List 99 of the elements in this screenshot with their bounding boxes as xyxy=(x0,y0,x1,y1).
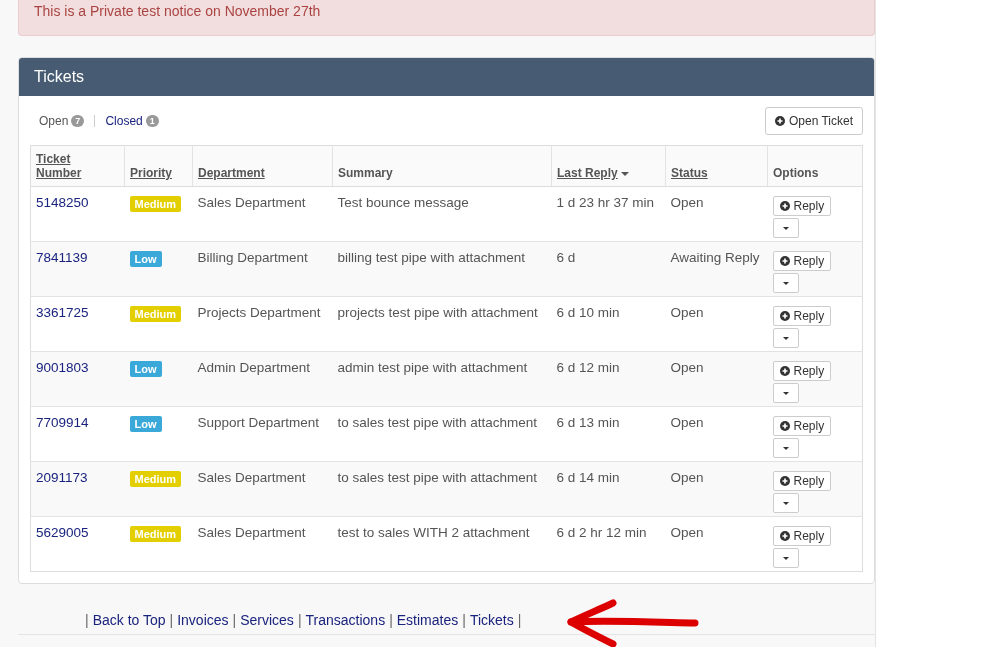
column-header: Options xyxy=(767,145,863,187)
summary-cell: test to sales WITH 2 attachment xyxy=(337,525,530,540)
plus-circle-icon xyxy=(779,311,790,321)
dropdown-button[interactable] xyxy=(772,218,799,238)
department-cell: Sales Department xyxy=(197,470,306,485)
priority-badge: Low xyxy=(129,251,162,267)
separator-text: | xyxy=(232,611,237,628)
department-cell: Sales Department xyxy=(197,195,306,210)
plus-circle-icon xyxy=(779,256,790,266)
plus-circle-icon xyxy=(779,476,790,486)
reply-button[interactable]: Reply xyxy=(772,361,832,381)
separator-text: | xyxy=(517,611,522,628)
reply-button[interactable]: Reply xyxy=(772,306,832,326)
status-cell: Open xyxy=(670,360,704,375)
plus-circle-icon xyxy=(779,366,790,376)
column-header[interactable]: Department xyxy=(192,145,333,187)
last-reply-cell: 6 d 14 min xyxy=(556,470,620,485)
summary-cell: to sales test pipe with attachment xyxy=(337,470,538,485)
ticket-number-link[interactable]: 7841139 xyxy=(36,250,88,265)
filter-tab[interactable]: Closed 1 xyxy=(105,114,159,128)
caret-icon xyxy=(782,446,789,450)
priority-badge: Medium xyxy=(129,196,182,212)
footer-link[interactable]: Tickets xyxy=(469,611,514,628)
count-badge: 7 xyxy=(71,115,85,127)
sort-caret-icon xyxy=(620,171,629,176)
department-cell: Billing Department xyxy=(197,250,308,265)
last-reply-cell: 6 d 12 min xyxy=(556,360,620,375)
priority-badge: Medium xyxy=(129,526,182,542)
summary-cell: to sales test pipe with attachment xyxy=(337,415,538,430)
status-cell: Open xyxy=(670,470,704,485)
summary-cell: billing test pipe with attachment xyxy=(337,250,526,265)
last-reply-cell: 6 d 13 min xyxy=(556,415,620,430)
caret-icon xyxy=(782,226,789,230)
reply-button[interactable]: Reply xyxy=(772,526,832,546)
caret-icon xyxy=(782,336,789,340)
count-badge: 1 xyxy=(145,115,159,127)
dropdown-button[interactable] xyxy=(772,383,799,403)
ticket-number-link[interactable]: 3361725 xyxy=(36,305,89,320)
separator-text: | xyxy=(297,611,302,628)
column-header[interactable]: Priority xyxy=(124,145,193,187)
reply-button[interactable]: Reply xyxy=(772,471,832,491)
open-ticket-button[interactable]: Open Ticket xyxy=(764,107,863,135)
priority-badge: Low xyxy=(129,361,162,377)
priority-badge: Medium xyxy=(129,306,182,322)
column-header[interactable]: Ticket Number xyxy=(30,145,125,187)
department-cell: Admin Department xyxy=(197,360,311,375)
footer-link[interactable]: Services xyxy=(240,611,294,628)
ticket-number-link[interactable]: 2091173 xyxy=(36,470,88,485)
column-header[interactable]: Last Reply xyxy=(551,145,666,187)
ticket-number-link[interactable]: 5148250 xyxy=(36,195,89,210)
plus-circle-icon xyxy=(779,421,790,431)
separator-text: | xyxy=(389,611,393,628)
filter-tab[interactable]: Open 7 xyxy=(39,114,85,128)
dropdown-button[interactable] xyxy=(772,548,799,568)
last-reply-cell: 6 d 2 hr 12 min xyxy=(556,525,647,540)
summary-cell: Test bounce message xyxy=(337,195,469,210)
plus-circle-icon xyxy=(779,201,790,211)
reply-button[interactable]: Reply xyxy=(772,416,832,436)
ticket-number-link[interactable]: 7709914 xyxy=(36,415,89,430)
status-cell: Open xyxy=(670,415,704,430)
priority-badge: Medium xyxy=(129,471,182,487)
department-cell: Sales Department xyxy=(197,525,306,540)
last-reply-cell: 6 d 10 min xyxy=(556,305,620,320)
plus-circle-icon xyxy=(774,116,785,126)
dropdown-button[interactable] xyxy=(772,328,799,348)
status-cell: Awaiting Reply xyxy=(670,250,760,265)
priority-badge: Low xyxy=(129,416,162,432)
status-cell: Open xyxy=(670,305,704,320)
caret-icon xyxy=(782,391,789,395)
panel-title: Tickets xyxy=(19,58,874,96)
reply-button[interactable]: Reply xyxy=(772,196,832,216)
dropdown-button[interactable] xyxy=(772,493,799,513)
dropdown-button[interactable] xyxy=(772,438,799,458)
summary-cell: admin test pipe with attachment xyxy=(337,360,528,375)
summary-cell: projects test pipe with attachment xyxy=(337,305,538,320)
ticket-number-link[interactable]: 9001803 xyxy=(36,360,89,375)
last-reply-cell: 6 d xyxy=(556,250,576,265)
caret-icon xyxy=(782,281,789,285)
separator-text: | xyxy=(462,611,466,628)
plus-circle-icon xyxy=(779,531,790,541)
caret-icon xyxy=(782,556,789,560)
department-cell: Projects Department xyxy=(197,305,321,320)
footer-link[interactable]: Transactions xyxy=(305,611,386,628)
separator-text: | xyxy=(169,611,174,628)
column-header[interactable]: Status xyxy=(665,145,768,187)
last-reply-cell: 1 d 23 hr 37 min xyxy=(556,195,655,210)
notice-text: This is a Private test notice on November 27th xyxy=(18,0,875,36)
footer-link[interactable]: Invoices xyxy=(177,611,229,628)
department-cell: Support Department xyxy=(197,415,320,430)
caret-icon xyxy=(782,501,789,505)
column-header: Summary xyxy=(332,145,552,187)
footer-link[interactable]: Estimates xyxy=(396,611,459,628)
dropdown-button[interactable] xyxy=(772,273,799,293)
footer-link[interactable]: Back to Top xyxy=(92,611,166,628)
status-cell: Open xyxy=(670,195,704,210)
separator-text: | xyxy=(85,611,89,628)
reply-button[interactable]: Reply xyxy=(772,251,832,271)
status-cell: Open xyxy=(670,525,704,540)
ticket-number-link[interactable]: 5629005 xyxy=(36,525,89,540)
